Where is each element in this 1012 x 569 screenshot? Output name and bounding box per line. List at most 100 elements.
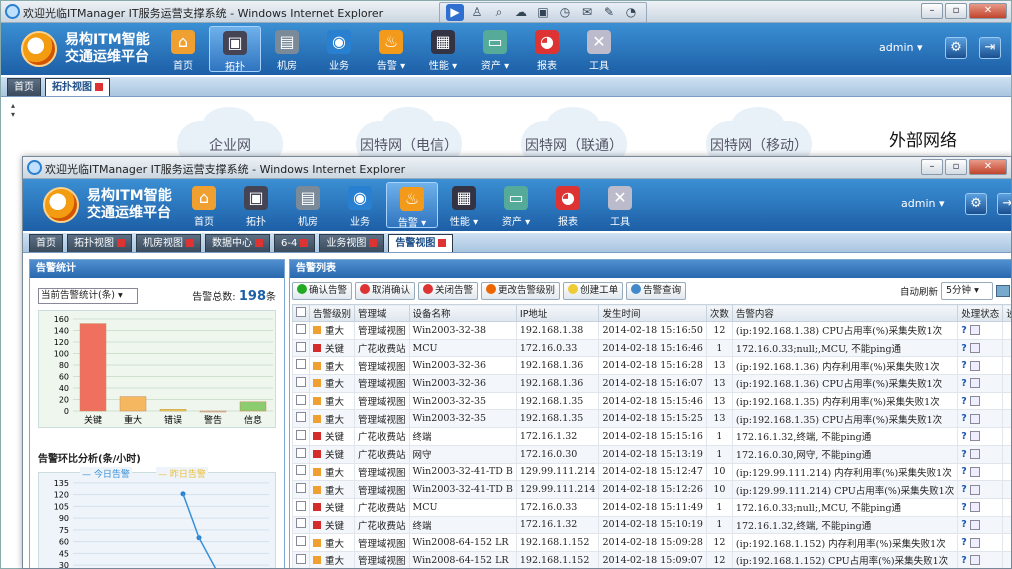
help-icon[interactable]: ? bbox=[961, 343, 967, 354]
table-row[interactable]: 重大 管理域视图 Win2003-32-38 192.168.1.38 2014-02-… bbox=[292, 321, 1011, 340]
nav-item-2[interactable]: ▤ 机房 bbox=[261, 26, 313, 72]
help-icon[interactable]: ? bbox=[961, 555, 967, 566]
edit-icon[interactable] bbox=[969, 519, 980, 530]
table-row[interactable]: 关键 广花收费站 网守 172.16.0.30 2014-02-18 15:13:19 1… bbox=[292, 444, 1011, 464]
query-alarm-button[interactable]: 告警查询 bbox=[626, 282, 687, 300]
column-header[interactable]: 告警级别 bbox=[308, 304, 356, 322]
brush-icon[interactable]: ✎ bbox=[600, 4, 618, 21]
change-level-button[interactable]: 更改告警级别 bbox=[481, 282, 561, 300]
tab-0[interactable]: 首页 bbox=[29, 234, 63, 252]
table-row[interactable]: 重大 管理域视图 Win2003-32-35 192.168.1.35 2014-02-… bbox=[292, 409, 1011, 429]
help-icon[interactable]: ? bbox=[961, 378, 967, 389]
help-icon[interactable]: ? bbox=[961, 502, 967, 513]
row-checkbox[interactable] bbox=[296, 483, 306, 494]
help-icon[interactable]: ? bbox=[961, 325, 967, 336]
column-header[interactable]: 次数 bbox=[705, 304, 733, 322]
column-header[interactable]: 设备名称 bbox=[408, 304, 517, 322]
nav-item-5[interactable]: ▦ 性能 ▾ bbox=[417, 26, 469, 72]
nav-item-4[interactable]: ♨ 告警 ▾ bbox=[386, 182, 438, 229]
nav-item-3[interactable]: ◉ 业务 bbox=[313, 26, 365, 72]
row-checkbox[interactable] bbox=[296, 412, 306, 423]
table-row[interactable]: 关键 广花收费站 终端 172.16.1.32 2014-02-18 15:10:19 1… bbox=[292, 515, 1011, 535]
tab-close-icon[interactable] bbox=[369, 239, 378, 247]
close-alarm-button[interactable]: 关闭告警 bbox=[418, 282, 479, 300]
row-checkbox[interactable] bbox=[296, 323, 306, 334]
nav-item-0[interactable]: ⌂ 首页 bbox=[157, 26, 209, 72]
row-checkbox[interactable] bbox=[296, 394, 306, 405]
chat-icon[interactable]: ◔ bbox=[622, 4, 640, 21]
front-admin-menu[interactable]: admin ▾ bbox=[901, 197, 944, 210]
logout-icon[interactable]: ⇥ bbox=[979, 37, 1001, 59]
help-icon[interactable]: ? bbox=[961, 449, 967, 460]
row-checkbox[interactable] bbox=[296, 429, 306, 440]
edit-icon[interactable] bbox=[969, 343, 980, 354]
row-checkbox[interactable] bbox=[296, 376, 306, 387]
create-ticket-button[interactable]: 创建工单 bbox=[563, 282, 624, 300]
column-header[interactable]: 管理域 bbox=[354, 304, 410, 322]
edit-icon[interactable] bbox=[969, 360, 980, 371]
user-icon[interactable]: ♙ bbox=[468, 4, 486, 21]
edit-icon[interactable] bbox=[969, 378, 980, 389]
table-row[interactable]: 关键 广花收费站 MCU 172.16.0.33 2014-02-18 15:11:49… bbox=[292, 497, 1011, 517]
row-checkbox[interactable] bbox=[296, 518, 306, 529]
tab-1[interactable]: 拓扑视图 bbox=[67, 234, 132, 252]
table-row[interactable]: 重大 管理域视图 Win2003-32-41-TD B 129.99.111.214 2… bbox=[292, 462, 1011, 482]
tab-4[interactable]: 6-4 bbox=[274, 234, 316, 252]
nav-item-7[interactable]: ◕ 报表 bbox=[542, 182, 594, 228]
table-row[interactable]: 关键 广花收费站 终端 172.16.1.32 2014-02-18 15:15:16 1… bbox=[292, 427, 1011, 446]
row-checkbox[interactable] bbox=[296, 500, 306, 511]
nav-item-0[interactable]: ⌂ 首页 bbox=[178, 182, 230, 228]
search-icon[interactable]: ⌕ bbox=[490, 4, 508, 21]
table-row[interactable]: 重大 管理域视图 Win2003-32-36 192.168.1.36 2014-02-… bbox=[292, 374, 1011, 393]
edit-icon[interactable] bbox=[969, 484, 980, 495]
clock-icon[interactable]: ◷ bbox=[556, 4, 574, 21]
logout-icon[interactable]: ⇥ bbox=[997, 193, 1011, 215]
tab-6[interactable]: 告警视图 bbox=[388, 234, 454, 252]
row-checkbox[interactable] bbox=[296, 447, 306, 458]
tab-home[interactable]: 首页 bbox=[7, 78, 41, 96]
help-icon[interactable]: ? bbox=[961, 484, 967, 495]
row-checkbox[interactable] bbox=[296, 465, 306, 476]
table-row[interactable]: 重大 管理域视图 Win2003-32-41-TD B 129.99.111.214 2… bbox=[292, 480, 1011, 499]
table-row[interactable]: 重大 管理域视图 Win2003-32-36 192.168.1.36 2014-02-… bbox=[292, 356, 1011, 376]
row-checkbox[interactable] bbox=[296, 553, 306, 564]
edit-icon[interactable] bbox=[969, 502, 980, 513]
edit-icon[interactable] bbox=[969, 449, 980, 460]
column-header[interactable]: 发生时间 bbox=[598, 304, 707, 322]
edit-icon[interactable] bbox=[969, 396, 980, 407]
row-checkbox[interactable] bbox=[296, 359, 306, 370]
edit-icon[interactable] bbox=[969, 431, 980, 442]
cancel-confirm-button[interactable]: 取消确认 bbox=[355, 282, 416, 300]
confirm-alarm-button[interactable]: 确认告警 bbox=[292, 282, 353, 300]
settings-icon[interactable]: ⚙ bbox=[965, 193, 987, 215]
tab-close-icon[interactable] bbox=[117, 239, 125, 247]
nav-item-8[interactable]: ✕ 工具 bbox=[594, 182, 646, 228]
stats-type-select[interactable]: 当前告警统计(条) ▾ bbox=[38, 288, 138, 304]
tab-3[interactable]: 数据中心 bbox=[205, 234, 270, 252]
nav-item-1[interactable]: ▣ 拓扑 bbox=[230, 182, 282, 228]
table-row[interactable]: 重大 管理域视图 Win2008-64-152 LR 192.168.1.152 201… bbox=[292, 550, 1011, 568]
edit-icon[interactable] bbox=[969, 325, 980, 336]
maximize-button[interactable]: ▫ bbox=[945, 3, 967, 19]
close-button[interactable]: ✕ bbox=[969, 159, 1007, 175]
tab-close-icon[interactable] bbox=[300, 239, 309, 247]
play-icon[interactable]: ▶ bbox=[446, 4, 464, 21]
tab-topology[interactable]: 拓扑视图 bbox=[45, 78, 110, 96]
export-icon[interactable] bbox=[996, 285, 1010, 297]
column-header[interactable]: 处理状态 bbox=[957, 304, 1004, 322]
nav-item-3[interactable]: ◉ 业务 bbox=[334, 182, 386, 228]
nav-item-4[interactable]: ♨ 告警 ▾ bbox=[365, 26, 417, 72]
edit-icon[interactable] bbox=[969, 555, 980, 566]
edit-icon[interactable] bbox=[969, 466, 980, 477]
table-row[interactable]: 关键 广花收费站 MCU 172.16.0.33 2014-02-18 15:16:46… bbox=[292, 338, 1011, 358]
column-header[interactable]: 告警内容 bbox=[731, 304, 959, 322]
tab-5[interactable]: 业务视图 bbox=[319, 234, 385, 252]
help-icon[interactable]: ? bbox=[961, 396, 967, 407]
nav-item-6[interactable]: ▭ 资产 ▾ bbox=[490, 182, 542, 228]
back-admin-menu[interactable]: admin ▾ bbox=[879, 41, 922, 54]
row-checkbox[interactable] bbox=[296, 536, 306, 547]
scroll-arrows[interactable]: ▴ ▾ bbox=[11, 101, 23, 127]
help-icon[interactable]: ? bbox=[961, 431, 967, 442]
help-icon[interactable]: ? bbox=[961, 519, 967, 530]
minimize-button[interactable]: – bbox=[921, 3, 943, 19]
